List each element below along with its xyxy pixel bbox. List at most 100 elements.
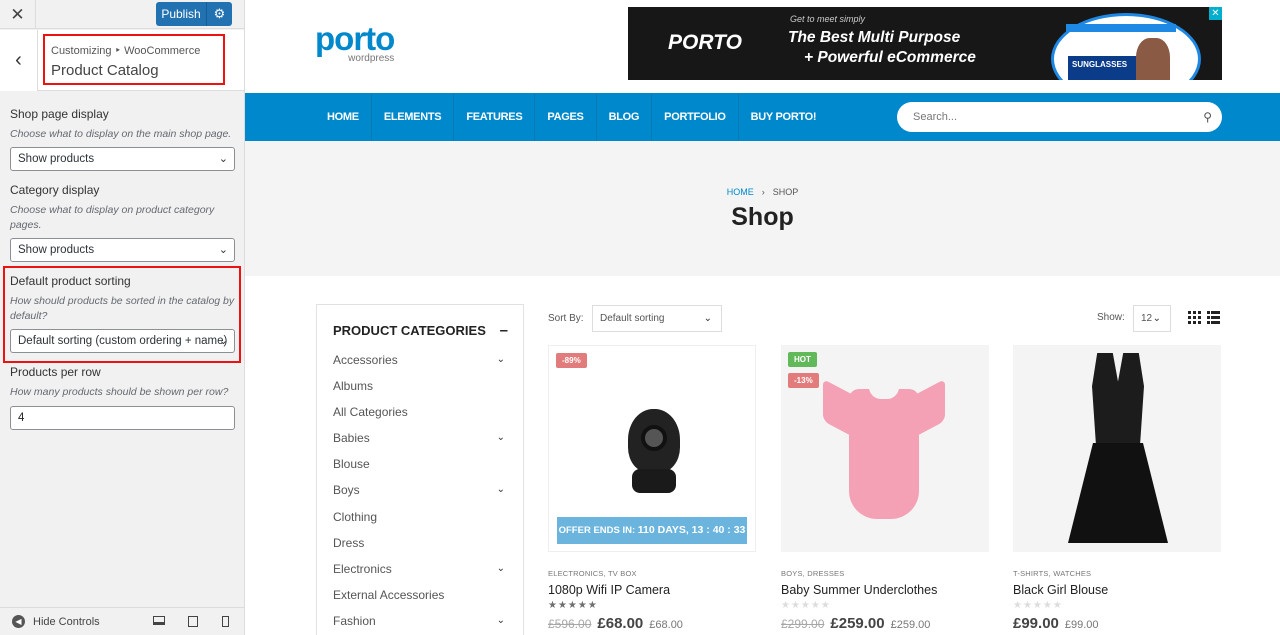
hide-controls-label: Hide Controls	[33, 615, 100, 628]
list-view-icon[interactable]	[1207, 311, 1220, 324]
header-banner[interactable]: PORTO Get to meet simply The Best Multi …	[628, 7, 1222, 80]
default-sorting-description: How should products be sorted in the cat…	[10, 295, 235, 322]
banner-brand: PORTO	[668, 31, 742, 54]
mockup-nav	[1066, 24, 1176, 32]
menu-item[interactable]: FEATURES	[454, 93, 536, 141]
product-card[interactable]: -89% OFFER ENDS IN: 110 DAYS, 13 : 40 : …	[548, 345, 756, 632]
default-sorting-label: Default product sorting	[10, 274, 131, 288]
close-icon[interactable]: ✕	[1209, 7, 1222, 20]
customizer-sidebar: ✕ Publish ⚙ ‹ Customizing ‣ WooCommerce …	[0, 0, 245, 635]
category-label: Dress	[333, 535, 365, 550]
category-display-label: Category display	[10, 183, 100, 197]
chevron-down-icon[interactable]: ⌄	[497, 430, 505, 446]
shop-page-display-description: Choose what to display on the main shop …	[10, 128, 232, 140]
search-input[interactable]: Search... ⚲	[897, 102, 1222, 132]
product-image[interactable]: -89% OFFER ENDS IN: 110 DAYS, 13 : 40 : …	[548, 345, 756, 552]
menu-item[interactable]: PAGES	[535, 93, 597, 141]
default-sorting-select[interactable]: Default sorting (custom ordering + name)…	[10, 329, 235, 353]
category-display-select[interactable]: Show products ⌄	[10, 238, 235, 262]
shop-page-display-select[interactable]: Show products ⌄	[10, 147, 235, 171]
categories-title: PRODUCT CATEGORIES	[333, 323, 486, 338]
category-label: Blouse	[333, 457, 370, 472]
product-categories[interactable]: BOYS, DRESSES	[781, 569, 989, 578]
customizer-breadcrumb: Customizing ‣ WooCommerce	[51, 45, 201, 57]
grid-view-icon[interactable]	[1188, 311, 1201, 324]
gear-icon[interactable]: ⚙	[207, 6, 232, 22]
menu-item[interactable]: ELEMENTS	[372, 93, 455, 141]
menu-item[interactable]: PORTFOLIO	[652, 93, 739, 141]
category-label: Electronics	[333, 561, 392, 576]
product-name[interactable]: Baby Summer Underclothes	[781, 583, 989, 597]
publish-label[interactable]: Publish	[156, 2, 207, 26]
section-title-box: Customizing ‣ WooCommerce Product Catalo…	[43, 34, 225, 85]
category-item[interactable]: Fashion ⌄	[333, 613, 508, 635]
site-logo[interactable]: porto wordpress	[315, 22, 395, 64]
customizer-header-bar: ✕ Publish ⚙	[0, 0, 244, 29]
category-item[interactable]: External Accessories	[333, 587, 508, 613]
show-label: Show:	[1097, 312, 1125, 323]
category-item[interactable]: Blouse	[333, 456, 508, 482]
chevron-down-icon[interactable]: ⌄	[497, 613, 505, 629]
category-item[interactable]: Babies ⌄	[333, 430, 508, 456]
product-card[interactable]: T-SHIRTS, WATCHES Black Girl Blouse ★★★★…	[1013, 345, 1221, 632]
product-card[interactable]: HOT -13% BOYS, DRESSES Baby Summer Under…	[781, 345, 989, 632]
chevron-down-icon: ⌄	[218, 335, 228, 347]
chevron-down-icon[interactable]: ⌄	[497, 561, 505, 577]
chevron-down-icon[interactable]: ⌄	[497, 482, 505, 498]
menu-item[interactable]: BUY PORTO!	[739, 93, 829, 141]
onesie-image	[823, 378, 945, 526]
products-per-row-control: Products per row How many products shoul…	[10, 365, 235, 430]
breadcrumb: HOME › SHOP	[245, 187, 1280, 197]
breadcrumb-home[interactable]: HOME	[727, 187, 754, 197]
close-icon[interactable]: ✕	[0, 0, 36, 29]
chevron-down-icon: ⌄	[218, 244, 228, 256]
product-categories[interactable]: T-SHIRTS, WATCHES	[1013, 569, 1221, 578]
search-icon[interactable]: ⚲	[1203, 102, 1212, 132]
chevron-down-icon: ⌄	[218, 153, 228, 165]
menu-item[interactable]: BLOG	[597, 93, 653, 141]
product-name[interactable]: Black Girl Blouse	[1013, 583, 1221, 597]
menu-item[interactable]: HOME	[315, 93, 372, 141]
chevron-down-icon[interactable]: ⌄	[497, 352, 505, 368]
category-item[interactable]: Dress	[333, 535, 508, 561]
sort-select[interactable]: Default sorting ⌄	[592, 305, 722, 332]
category-list: Accessories ⌄ Albums All Categories Babies ⌄ B…	[333, 352, 508, 635]
category-item[interactable]: Accessories ⌄	[333, 352, 508, 378]
product-image[interactable]	[1013, 345, 1221, 552]
star-rating: ★★★★★	[781, 600, 831, 611]
offer-countdown: OFFER ENDS IN: 110 DAYS, 13 : 40 : 33	[557, 517, 747, 544]
tablet-preview-icon[interactable]	[188, 616, 198, 627]
chevron-down-icon: ⌄	[1152, 313, 1161, 324]
products-per-row-input[interactable]: 4	[10, 406, 235, 430]
category-label: All Categories	[333, 405, 408, 420]
product-name[interactable]: 1080p Wifi IP Camera	[548, 583, 756, 597]
category-item[interactable]: Albums	[333, 378, 508, 404]
mobile-preview-icon[interactable]	[222, 616, 229, 627]
category-item[interactable]: Boys ⌄	[333, 482, 508, 508]
product-categories[interactable]: ELECTRONICS, TV BOX	[548, 569, 756, 578]
show-count-select[interactable]: 12 ⌄	[1133, 305, 1171, 332]
product-price: £99.00 £99.00	[1013, 615, 1221, 632]
mockup-sunglasses-text: SUNGLASSES	[1068, 56, 1138, 80]
category-label: Babies	[333, 431, 370, 446]
default-sorting-control: Default product sorting How should produ…	[10, 274, 235, 353]
category-item[interactable]: Clothing	[333, 509, 508, 535]
product-image[interactable]: HOT -13%	[781, 345, 989, 552]
category-item[interactable]: All Categories	[333, 404, 508, 430]
product-price: £299.00 £259.00 £259.00	[781, 615, 989, 632]
back-arrow-icon[interactable]: ‹	[0, 30, 38, 91]
offer-label: OFFER ENDS IN:	[558, 525, 636, 536]
publish-button[interactable]: Publish ⚙	[156, 2, 232, 26]
countdown-value: 110 DAYS, 13 : 40 : 33	[637, 524, 746, 536]
hide-controls-button[interactable]: ◀ Hide Controls	[12, 615, 100, 628]
product-categories-widget: PRODUCT CATEGORIES – Accessories ⌄ Albums A…	[316, 304, 524, 635]
products-per-row-description: How many products should be shown per ro…	[10, 386, 229, 398]
collapse-minus-icon[interactable]: –	[500, 322, 508, 339]
current-price: £259.00	[830, 615, 885, 632]
breadcrumb-separator: ›	[761, 187, 765, 197]
chevron-down-icon: ⌄	[703, 313, 712, 324]
desktop-preview-icon[interactable]	[153, 616, 165, 625]
section-header: ‹ Customizing ‣ WooCommerce Product Cata…	[0, 30, 244, 91]
breadcrumb-current: SHOP	[772, 187, 799, 197]
category-item[interactable]: Electronics ⌄	[333, 561, 508, 587]
